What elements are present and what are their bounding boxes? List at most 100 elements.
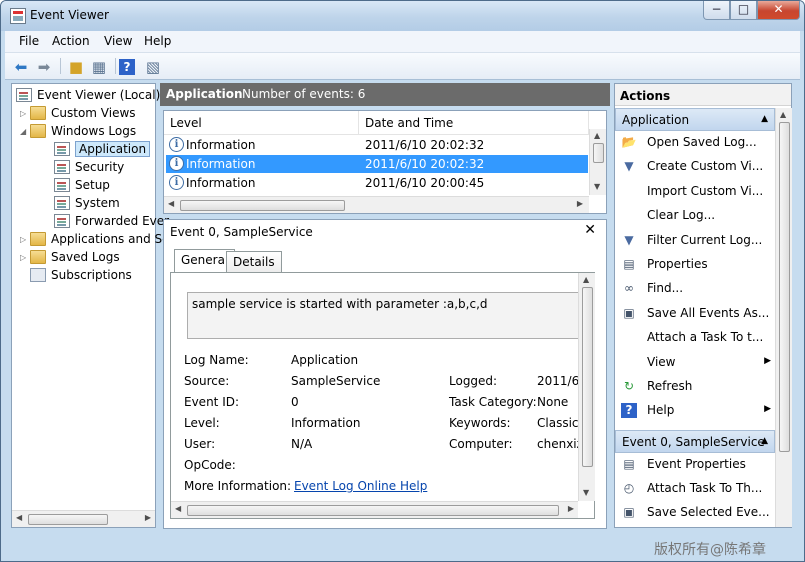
scroll-thumb[interactable] <box>187 505 559 516</box>
event-list-vertical-scrollbar[interactable]: ▲ ▼ <box>589 129 606 195</box>
tree-label-selected: Application <box>75 141 151 157</box>
show-hide-tree-icon[interactable]: ▦ <box>89 57 109 77</box>
logged-label: Logged: <box>449 374 498 388</box>
title-bar[interactable]: Event Viewer − □ ✕ <box>1 1 804 31</box>
event-viewer-icon <box>16 88 32 102</box>
menu-help[interactable]: Help <box>144 34 171 48</box>
event-detail-pane: Event 0, SampleService ✕ General Details… <box>163 219 607 529</box>
action-clear-log[interactable]: Clear Log... <box>619 205 775 227</box>
detail-horizontal-scrollbar[interactable]: ◀ ▶ <box>171 501 578 518</box>
tree-root[interactable]: Event Viewer (Local) <box>16 86 160 104</box>
console-tree: Event Viewer (Local) ▷ Custom Views ◢ Wi… <box>11 83 170 528</box>
collapse-icon[interactable]: ◢ <box>20 127 30 136</box>
source-label: Source: <box>184 374 230 388</box>
tree-label: Applications and Se <box>51 232 170 246</box>
logged-value: 2011/6/ <box>537 374 584 388</box>
log-name-label: Log Name: <box>184 353 249 367</box>
action-properties[interactable]: ▤ Properties <box>619 254 775 276</box>
up-folder-icon[interactable]: ■ <box>66 57 86 77</box>
show-hide-action-pane-icon[interactable]: ▧ <box>143 57 163 77</box>
collapse-section-icon[interactable]: ▲ <box>761 114 768 124</box>
save-icon: ▣ <box>623 305 635 320</box>
log-icon <box>54 160 70 174</box>
level-value: Information <box>291 416 361 430</box>
expand-icon[interactable]: ▷ <box>20 235 30 244</box>
tree-item-security[interactable]: Security <box>54 158 124 176</box>
information-icon: i <box>169 156 184 171</box>
action-open-saved-log[interactable]: 📂 Open Saved Log... <box>619 132 775 154</box>
tree-item-application[interactable]: Application <box>54 140 151 158</box>
toolbar: ⬅ ➡ ■ ▦ ? ▧ <box>5 53 800 80</box>
event-list-horizontal-scrollbar[interactable]: ◀ ▶ <box>164 196 589 213</box>
action-save-selected-eve[interactable]: ▣ Save Selected Eve... <box>619 502 775 524</box>
event-row[interactable]: i Information 2011/6/10 20:00:45 <box>166 174 588 192</box>
scroll-thumb[interactable] <box>582 287 593 467</box>
event-row-selected[interactable]: i Information 2011/6/10 20:02:32 <box>166 155 588 173</box>
close-button[interactable]: ✕ <box>757 1 800 20</box>
detail-vertical-scrollbar[interactable]: ▲ ▼ <box>578 273 595 501</box>
scroll-thumb[interactable] <box>180 200 345 211</box>
scroll-thumb[interactable] <box>779 122 790 452</box>
action-attach-task-to-th[interactable]: ◴ Attach Task To Th... <box>619 478 775 500</box>
minimize-button[interactable]: − <box>703 1 730 20</box>
menu-action[interactable]: Action <box>52 34 90 48</box>
forward-icon[interactable]: ➡ <box>34 57 54 77</box>
tab-details[interactable]: Details <box>226 251 282 273</box>
task-clock-icon: ◴ <box>623 481 635 495</box>
folder-icon <box>30 106 46 120</box>
tree-horizontal-scrollbar[interactable]: ◀ ▶ <box>12 510 155 527</box>
column-header-level[interactable]: Level <box>164 111 359 135</box>
actions-section-event[interactable]: Event 0, SampleService ▲ <box>615 430 775 453</box>
tree-item-setup[interactable]: Setup <box>54 176 110 194</box>
expand-icon[interactable]: ▷ <box>20 253 30 262</box>
action-attach-a-task-to-t[interactable]: Attach a Task To t... <box>619 327 775 349</box>
action-label: Save Selected Eve... <box>647 505 770 519</box>
back-icon[interactable]: ⬅ <box>11 57 31 77</box>
actions-section-application[interactable]: Application ▲ <box>615 108 775 131</box>
section-title: Event 0, SampleService <box>622 435 765 449</box>
tree-item-applications-services[interactable]: ▷ Applications and Se <box>20 230 170 248</box>
information-icon: i <box>169 137 184 152</box>
tree-item-windows-logs[interactable]: ◢ Windows Logs <box>20 122 136 140</box>
tree-item-subscriptions[interactable]: Subscriptions <box>30 266 132 284</box>
action-filter-current-log[interactable]: ▼ Filter Current Log... <box>619 230 775 252</box>
action-view[interactable]: View ▶ <box>619 352 775 374</box>
action-find[interactable]: ∞ Find... <box>619 278 775 300</box>
tree-item-saved-logs[interactable]: ▷ Saved Logs <box>20 248 120 266</box>
refresh-icon: ↻ <box>623 379 635 393</box>
event-description[interactable]: sample service is started with parameter… <box>187 292 579 339</box>
event-log-online-help-link[interactable]: Event Log Online Help <box>294 479 427 493</box>
action-refresh[interactable]: ↻ Refresh <box>619 376 775 398</box>
column-header-date[interactable]: Date and Time <box>359 111 589 135</box>
keywords-label: Keywords: <box>449 416 511 430</box>
menu-view[interactable]: View <box>104 34 132 48</box>
expand-icon[interactable]: ▷ <box>20 109 30 118</box>
action-help[interactable]: ? Help ▶ <box>619 400 775 422</box>
action-label: Refresh <box>647 379 693 393</box>
filter-icon: ▼ <box>624 159 634 174</box>
menu-file[interactable]: File <box>19 34 39 48</box>
more-information-label: More Information: <box>184 479 292 493</box>
tree-item-forwarded-events[interactable]: Forwarded Ever <box>54 212 169 230</box>
collapse-section-icon[interactable]: ▲ <box>761 436 768 446</box>
action-import-custom-vi[interactable]: Import Custom Vi... <box>619 181 775 203</box>
log-icon <box>54 214 70 228</box>
action-label: View <box>647 354 676 369</box>
tree-item-custom-views[interactable]: ▷ Custom Views <box>20 104 136 122</box>
action-save-all-events-as[interactable]: ▣ Save All Events As... <box>619 303 775 325</box>
actions-vertical-scrollbar[interactable]: ▲ <box>775 108 792 527</box>
scroll-thumb[interactable] <box>28 514 108 525</box>
action-create-custom-vi[interactable]: ▼ Create Custom Vi... <box>619 156 775 178</box>
submenu-arrow-icon: ▶ <box>764 404 771 415</box>
source-value: SampleService <box>291 374 381 388</box>
close-detail-button[interactable]: ✕ <box>584 222 596 238</box>
scroll-thumb[interactable] <box>593 143 604 163</box>
action-event-properties[interactable]: ▤ Event Properties <box>619 454 775 476</box>
task-category-value: None <box>537 395 569 409</box>
general-tab-pane: sample service is started with parameter… <box>170 272 595 519</box>
log-name: Application <box>166 87 243 101</box>
help-icon[interactable]: ? <box>119 59 135 75</box>
maximize-button[interactable]: □ <box>730 1 757 20</box>
tree-item-system[interactable]: System <box>54 194 120 212</box>
event-row[interactable]: i Information 2011/6/10 20:02:32 <box>166 136 588 154</box>
